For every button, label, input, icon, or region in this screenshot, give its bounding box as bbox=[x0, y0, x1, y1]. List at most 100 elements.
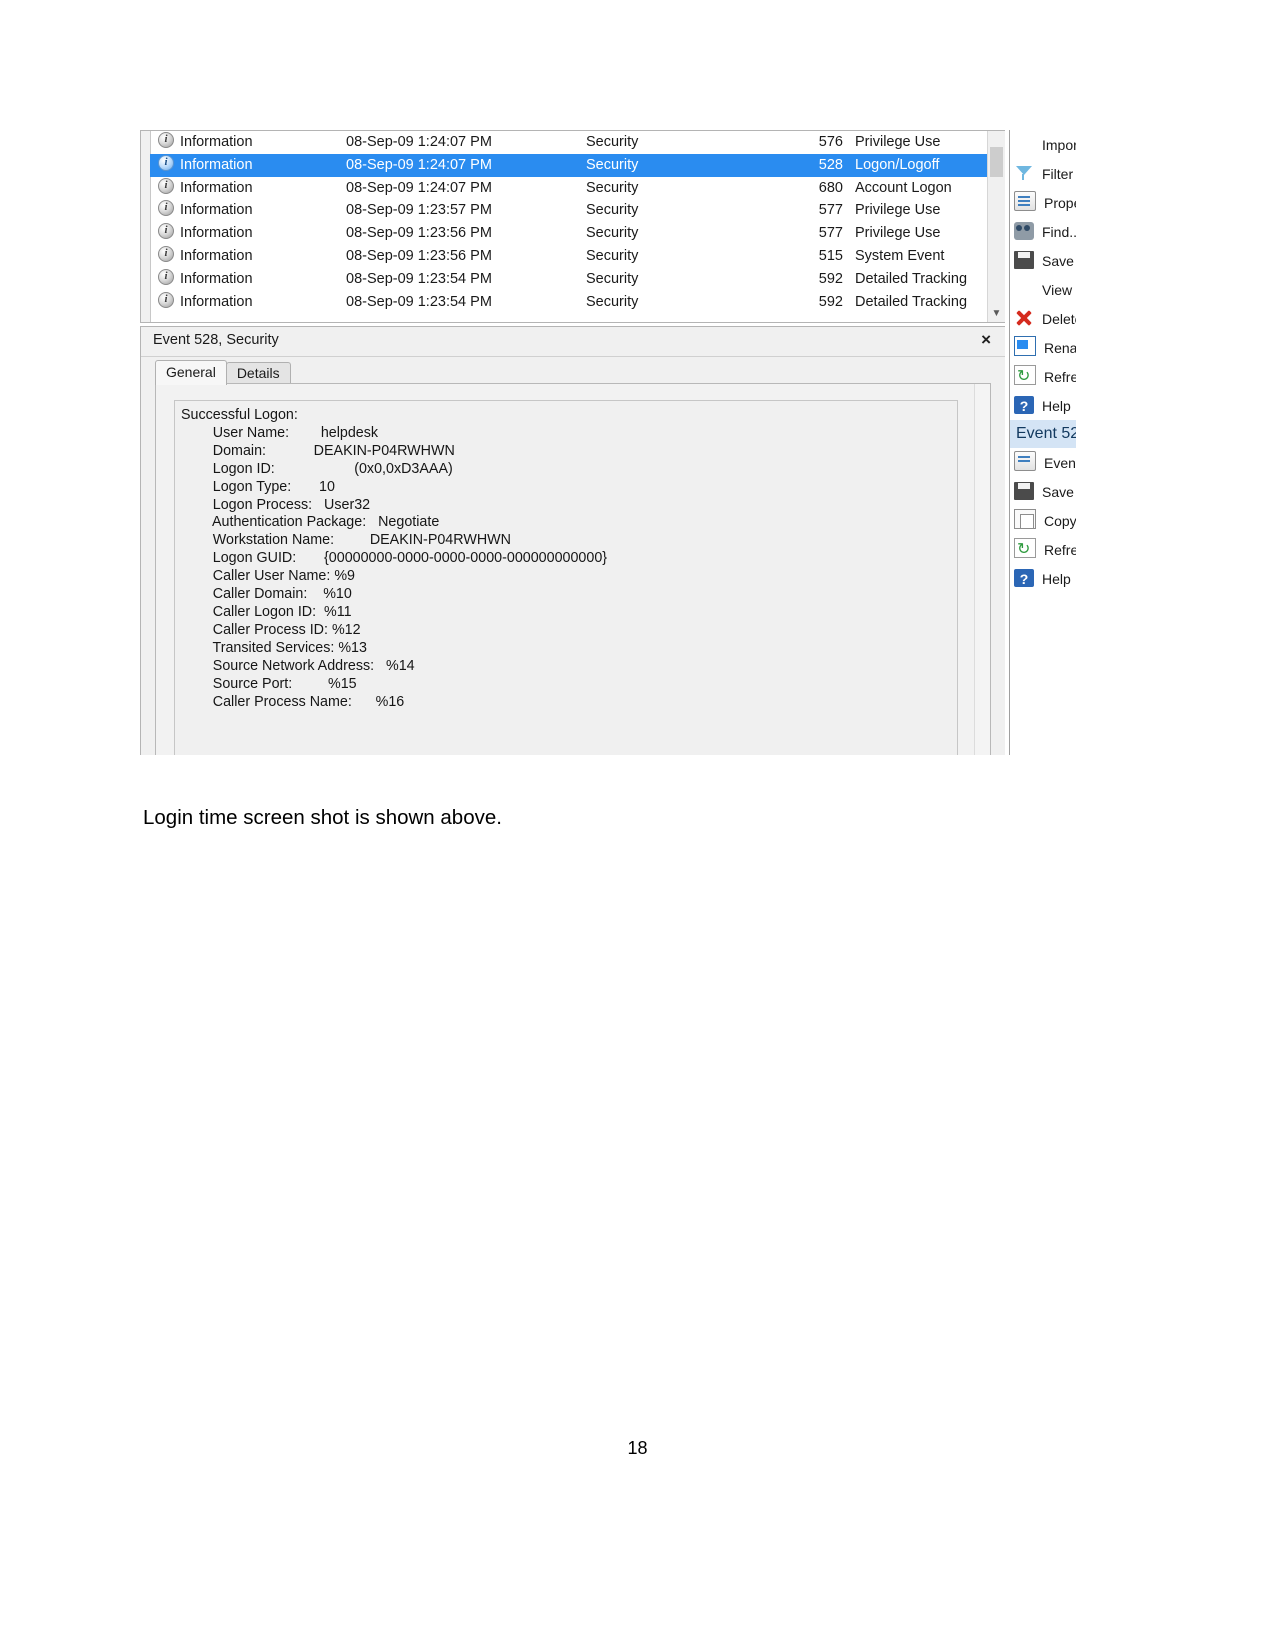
action-item-label: Find... bbox=[1042, 223, 1076, 240]
event-list-scrollbar[interactable]: ▼ bbox=[987, 131, 1005, 322]
save-icon bbox=[1014, 251, 1034, 269]
refresh-icon bbox=[1014, 535, 1036, 564]
description-line: Logon ID: (0x0,0xD3AAA) bbox=[181, 460, 453, 477]
information-icon bbox=[158, 132, 174, 148]
action-item[interactable]: Copy bbox=[1010, 506, 1076, 535]
save-icon bbox=[1014, 482, 1034, 500]
cell-level-label: Information bbox=[180, 134, 253, 150]
action-item-label: Refresh bbox=[1044, 368, 1076, 385]
cell-level-label: Information bbox=[180, 225, 253, 242]
cell-source: Security bbox=[586, 225, 639, 242]
scrollbar-thumb[interactable] bbox=[990, 147, 1003, 177]
help-icon bbox=[1014, 392, 1034, 420]
action-item-label: Copy bbox=[1044, 512, 1076, 529]
delete-icon bbox=[1014, 309, 1034, 327]
tab-general[interactable]: General bbox=[155, 360, 227, 385]
tab-details[interactable]: Details bbox=[225, 362, 291, 385]
action-item-label: Properties bbox=[1044, 194, 1076, 211]
details-tabstrip: General Details bbox=[155, 360, 291, 385]
event-viewer-screenshot-figure: Information 08-Sep-09 1:24:07 PM Security 5… bbox=[140, 130, 1076, 755]
cell-datetime: 08-Sep-09 1:23:56 PM bbox=[346, 247, 492, 264]
action-item-label: Help bbox=[1042, 570, 1071, 587]
information-icon bbox=[158, 177, 174, 194]
action-item[interactable]: Import Custom View... bbox=[1010, 130, 1076, 159]
action-item[interactable]: Refresh bbox=[1010, 535, 1076, 564]
cell-category: Privilege Use bbox=[855, 134, 941, 150]
action-item[interactable]: Refresh bbox=[1010, 362, 1076, 391]
action-item[interactable]: View bbox=[1010, 275, 1076, 304]
cell-datetime: 08-Sep-09 1:24:07 PM bbox=[346, 156, 492, 173]
cell-level-label: Information bbox=[180, 156, 253, 173]
description-line: User Name: helpdesk bbox=[181, 424, 379, 441]
details-scrollbar[interactable] bbox=[974, 384, 990, 755]
action-item[interactable]: Save Events As... bbox=[1010, 246, 1076, 275]
description-line: Logon GUID: {00000000-0000-0000-0000-000… bbox=[181, 550, 608, 567]
cell-source: Security bbox=[586, 247, 639, 264]
cell-level: Information bbox=[158, 245, 338, 268]
action-item[interactable]: Properties bbox=[1010, 188, 1076, 217]
cell-category: Detailed Tracking bbox=[855, 293, 968, 310]
close-icon[interactable]: × bbox=[981, 330, 991, 350]
table-row[interactable]: Information 08-Sep-09 1:23:54 PM Security 5… bbox=[150, 268, 1005, 291]
table-row[interactable]: Information 08-Sep-09 1:23:56 PM Security 5… bbox=[150, 245, 1005, 268]
description-line: Source Port: %15 bbox=[181, 675, 357, 692]
action-item-label: Filter Current Log... bbox=[1042, 165, 1076, 182]
cell-category: Privilege Use bbox=[855, 202, 941, 219]
cell-category: Account Logon bbox=[855, 179, 952, 196]
rename-icon bbox=[1014, 336, 1036, 356]
table-row[interactable]: Information 08-Sep-09 1:23:54 PM Security 5… bbox=[150, 291, 1005, 314]
cell-category: Privilege Use bbox=[855, 225, 941, 242]
cell-source: Security bbox=[586, 179, 639, 196]
cell-source: Security bbox=[586, 270, 639, 287]
cell-level: Information bbox=[158, 268, 338, 291]
action-item[interactable]: Save Selected Events... bbox=[1010, 477, 1076, 506]
table-row[interactable]: Information 08-Sep-09 1:24:07 PM Security 6… bbox=[150, 177, 1005, 200]
copy-icon bbox=[1014, 509, 1036, 529]
action-item[interactable]: Rename bbox=[1010, 333, 1076, 362]
action-item[interactable]: Delete bbox=[1010, 304, 1076, 333]
table-row[interactable]: Information 08-Sep-09 1:24:07 PM Security 5… bbox=[150, 131, 1005, 154]
action-item[interactable]: Find... bbox=[1010, 217, 1076, 246]
table-row[interactable]: Information 08-Sep-09 1:23:56 PM Security 5… bbox=[150, 222, 1005, 245]
help-icon bbox=[1014, 565, 1034, 593]
cell-level: Information bbox=[158, 291, 338, 314]
event-list-rows: Information 08-Sep-09 1:24:07 PM Security 5… bbox=[150, 131, 1005, 322]
table-row[interactable]: Information 08-Sep-09 1:23:57 PM Security 5… bbox=[150, 199, 1005, 222]
cell-datetime: 08-Sep-09 1:24:07 PM bbox=[346, 134, 492, 150]
cell-level: Information bbox=[158, 131, 338, 154]
page-number: 18 bbox=[627, 1438, 648, 1458]
table-row[interactable]: Information 08-Sep-09 1:24:07 PM Security 5… bbox=[150, 153, 1005, 177]
information-icon bbox=[158, 291, 174, 308]
action-item[interactable]: Filter Current Log... bbox=[1010, 159, 1076, 188]
cell-category: System Event bbox=[855, 247, 945, 264]
properties-icon bbox=[1014, 191, 1036, 211]
cell-event-id: 577 bbox=[818, 225, 843, 242]
description-line: Caller Domain: %10 bbox=[181, 586, 352, 603]
description-line: Authentication Package: Negotiate bbox=[181, 514, 440, 531]
filter-icon bbox=[1014, 164, 1034, 182]
cell-level-label: Information bbox=[180, 179, 253, 196]
cell-level-label: Information bbox=[180, 293, 253, 310]
description-line: Caller Process Name: %16 bbox=[181, 693, 405, 710]
import-icon bbox=[1014, 135, 1034, 153]
cell-level: Information bbox=[158, 154, 338, 177]
figure-caption: Login time screen shot is shown above. bbox=[143, 806, 502, 829]
description-line: Logon Type: 10 bbox=[181, 478, 335, 495]
information-icon bbox=[158, 245, 174, 262]
description-line: Caller Process ID: %12 bbox=[181, 621, 361, 638]
action-item[interactable]: Event Properties bbox=[1010, 448, 1076, 477]
description-line: Workstation Name: DEAKIN-P04RWHWN bbox=[181, 532, 511, 549]
information-icon bbox=[158, 154, 174, 171]
action-item[interactable]: Help bbox=[1010, 564, 1076, 593]
view-icon bbox=[1014, 280, 1034, 298]
details-title: Event 528, Security bbox=[153, 332, 279, 348]
cell-event-id: 515 bbox=[818, 247, 843, 264]
actions-section-header: Event 528, Security bbox=[1010, 420, 1076, 448]
cell-level-label: Information bbox=[180, 270, 253, 287]
action-item-label: Save Events As... bbox=[1042, 252, 1076, 269]
cell-level: Information bbox=[158, 199, 338, 222]
description-line: Source Network Address: %14 bbox=[181, 657, 415, 674]
scroll-down-arrow[interactable]: ▼ bbox=[988, 305, 1005, 322]
action-item[interactable]: Help bbox=[1010, 391, 1076, 420]
event-list[interactable]: Information 08-Sep-09 1:24:07 PM Security 5… bbox=[140, 130, 1005, 323]
